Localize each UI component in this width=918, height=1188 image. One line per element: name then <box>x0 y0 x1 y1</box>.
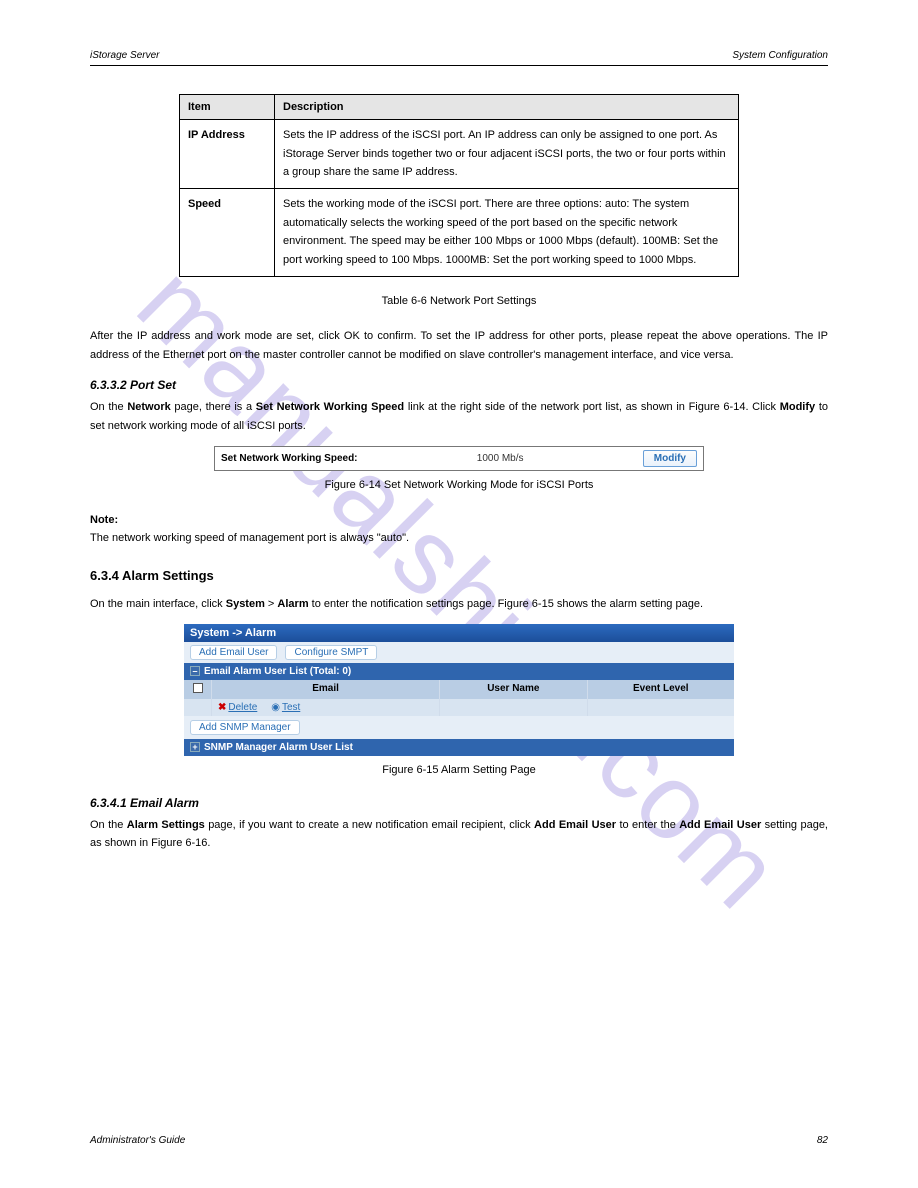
table-caption: Table 6-6 Network Port Settings <box>90 295 828 307</box>
def-desc-0: Sets the IP address of the iSCSI port. A… <box>275 120 739 189</box>
modify-button[interactable]: Modify <box>643 450 697 467</box>
paragraph-after-table: After the IP address and work mode are s… <box>90 327 828 364</box>
col-username: User Name <box>440 680 587 699</box>
delete-link[interactable]: ✖Delete <box>218 702 257 713</box>
configure-smtp-button[interactable]: Configure SMPT <box>285 645 377 660</box>
snmp-list-header[interactable]: +SNMP Manager Alarm User List <box>184 739 734 756</box>
header-left: iStorage Server <box>90 50 159 61</box>
header-right: System Configuration <box>732 50 828 61</box>
speed-panel: Set Network Working Speed: 1000 Mb/s Mod… <box>214 446 704 471</box>
def-item-0: IP Address <box>180 120 275 189</box>
collapse-icon[interactable]: – <box>190 666 200 676</box>
paragraph-alarm-intro: On the main interface, click System > Al… <box>90 595 828 614</box>
alarm-panel: System -> Alarm Add Email User Configure… <box>184 624 734 756</box>
table-row: Speed Sets the working mode of the iSCSI… <box>180 189 739 277</box>
email-list-header[interactable]: –Email Alarm User List (Total: 0) <box>184 663 734 680</box>
page-footer: Administrator's Guide 82 <box>90 1135 828 1146</box>
col-checkbox <box>184 680 212 699</box>
paragraph-email-alarm: On the Alarm Settings page, if you want … <box>90 816 828 853</box>
globe-icon: ◉ <box>271 702 280 713</box>
speed-label: Set Network Working Speed: <box>221 453 358 464</box>
footer-right: 82 <box>817 1135 828 1146</box>
speed-value: 1000 Mb/s <box>370 453 631 464</box>
alarm-figure-caption: Figure 6-15 Alarm Setting Page <box>90 764 828 776</box>
expand-icon[interactable]: + <box>190 742 200 752</box>
definition-table: Item Description IP Address Sets the IP … <box>179 94 739 277</box>
heading-email-alarm: 6.3.4.1 Email Alarm <box>90 796 828 810</box>
snmp-button-row: Add SNMP Manager <box>184 716 734 739</box>
add-email-user-button[interactable]: Add Email User <box>190 645 277 660</box>
email-action-row: ✖Delete ◉Test <box>184 699 734 716</box>
email-table-header: Email User Name Event Level <box>184 680 734 699</box>
footer-left: Administrator's Guide <box>90 1135 185 1146</box>
speed-figure-caption: Figure 6-14 Set Network Working Mode for… <box>90 479 828 491</box>
note-body: The network working speed of management … <box>90 532 409 544</box>
col-email: Email <box>212 680 440 699</box>
def-desc-1: Sets the working mode of the iSCSI port.… <box>275 189 739 277</box>
note-label: Note: <box>90 514 118 526</box>
table-row: IP Address Sets the IP address of the iS… <box>180 120 739 189</box>
checkbox-all[interactable] <box>193 683 203 693</box>
heading-alarm: 6.3.4 Alarm Settings <box>90 568 828 583</box>
add-snmp-manager-button[interactable]: Add SNMP Manager <box>190 720 300 735</box>
note-paragraph: Note: The network working speed of manag… <box>90 511 828 548</box>
defcol-item: Item <box>180 95 275 120</box>
alarm-title-bar: System -> Alarm <box>184 624 734 642</box>
page-header: iStorage Server System Configuration <box>90 50 828 66</box>
alarm-button-row: Add Email User Configure SMPT <box>184 642 734 663</box>
delete-icon: ✖ <box>218 702 226 713</box>
test-link[interactable]: ◉Test <box>271 702 300 713</box>
def-item-1: Speed <box>180 189 275 277</box>
heading-port-set: 6.3.3.2 Port Set <box>90 378 828 392</box>
paragraph-port-set: On the Network page, there is a Set Netw… <box>90 398 828 435</box>
col-eventlevel: Event Level <box>588 680 734 699</box>
defcol-desc: Description <box>275 95 739 120</box>
